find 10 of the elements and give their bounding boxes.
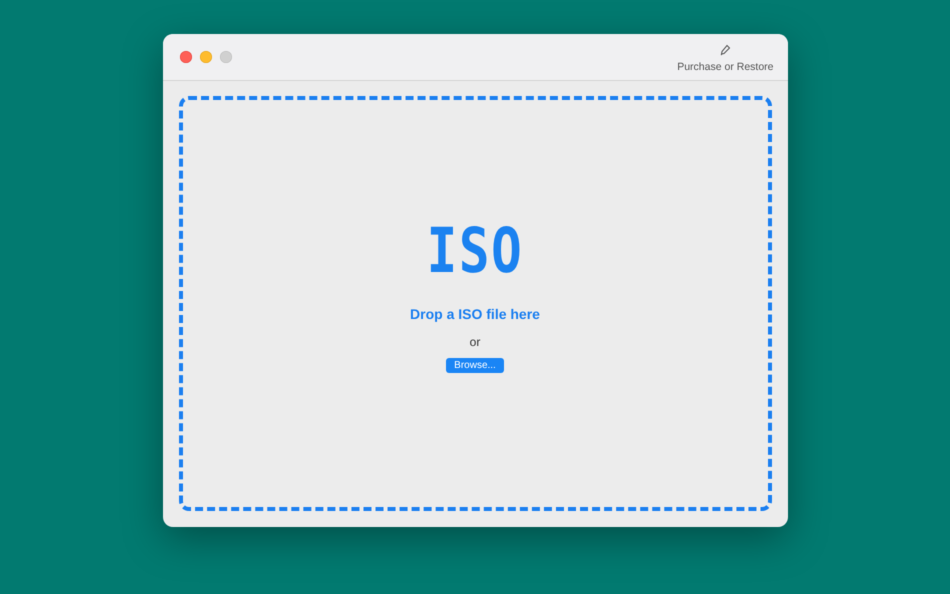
iso-logo: ISO [426,220,524,282]
pencil-icon [719,44,732,56]
drop-prompt: Drop a ISO file here [410,306,540,322]
or-label: or [470,335,480,349]
drop-zone[interactable]: ISO Drop a ISO file here or Browse... [178,96,772,511]
browse-button[interactable]: Browse... [446,358,504,373]
purchase-button[interactable]: Purchase or Restore [677,44,774,73]
close-button[interactable] [180,51,192,63]
minimize-button[interactable] [200,51,212,63]
zoom-button[interactable] [220,51,232,63]
